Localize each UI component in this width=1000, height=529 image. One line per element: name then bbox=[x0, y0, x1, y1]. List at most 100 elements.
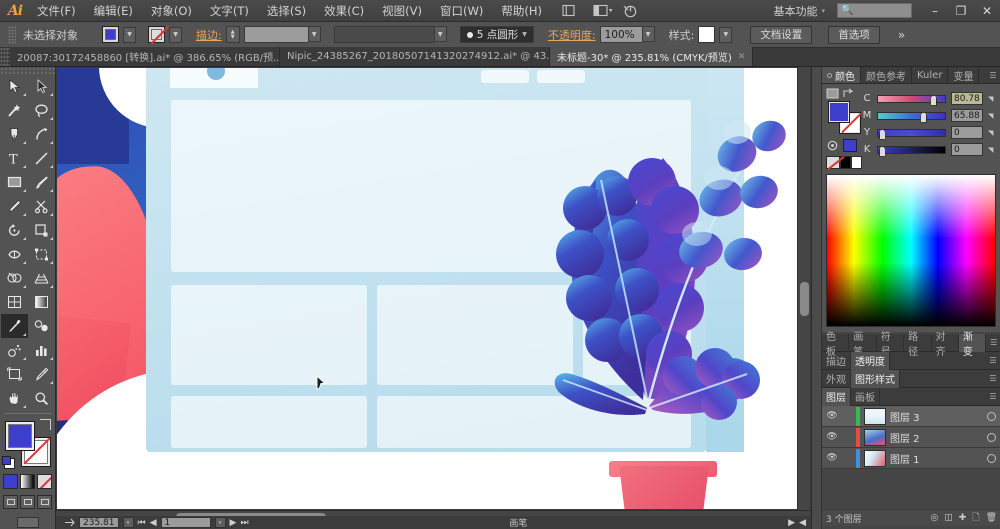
layer-row-3[interactable]: 👁 图层 3 bbox=[822, 406, 1000, 427]
free-transform-tool[interactable] bbox=[28, 242, 55, 266]
magic-wand-tool[interactable] bbox=[1, 98, 28, 122]
zoom-level-dropdown-icon[interactable]: ▾ bbox=[122, 517, 134, 528]
current-color-preview[interactable] bbox=[843, 139, 857, 152]
stroke-profile-value[interactable] bbox=[333, 26, 434, 43]
tab-kuler[interactable]: Kuler bbox=[912, 67, 949, 83]
current-tool-label[interactable]: 画笔 bbox=[253, 516, 785, 529]
next-artboard-button[interactable]: ▶ bbox=[230, 518, 237, 528]
restore-button[interactable]: ❐ bbox=[948, 0, 974, 22]
channel-c-value[interactable]: 80.78 bbox=[951, 92, 983, 105]
first-artboard-button[interactable]: ⏮ bbox=[138, 518, 146, 528]
channel-y-value[interactable]: 0 bbox=[951, 126, 983, 139]
none-mode-button[interactable] bbox=[37, 474, 52, 489]
stroke-weight-value[interactable] bbox=[243, 26, 308, 43]
channel-m-slider[interactable] bbox=[877, 111, 946, 123]
tools-panel-grip[interactable] bbox=[0, 67, 56, 74]
delete-layer-icon[interactable]: 🗑 bbox=[986, 513, 997, 523]
arrange-documents-icon[interactable] bbox=[591, 1, 615, 21]
tab-artboards[interactable]: 画板 bbox=[851, 387, 880, 406]
channel-c-slider[interactable] bbox=[877, 94, 946, 106]
tab-transparency[interactable]: 透明度 bbox=[851, 351, 890, 370]
hand-tool[interactable] bbox=[1, 386, 28, 410]
stroke-weight-label[interactable]: 描边: bbox=[196, 27, 222, 43]
mesh-tool[interactable] bbox=[1, 290, 28, 314]
scissors-tool[interactable] bbox=[28, 194, 55, 218]
channel-y-knob[interactable] bbox=[878, 128, 886, 140]
last-artboard-button[interactable]: ⏭ bbox=[240, 518, 248, 528]
tab-pathfinder[interactable]: 路径 bbox=[904, 332, 932, 358]
scale-tool[interactable] bbox=[28, 218, 55, 242]
artboard-tool[interactable] bbox=[1, 362, 28, 386]
fill-swatch[interactable] bbox=[102, 26, 119, 43]
eye-icon[interactable]: 👁 bbox=[822, 453, 842, 463]
panel-menu-icon[interactable]: ☰ bbox=[985, 67, 1000, 83]
eyedropper-tool[interactable] bbox=[0, 314, 28, 338]
vertical-scroll-thumb[interactable] bbox=[800, 282, 809, 316]
artboard[interactable] bbox=[57, 68, 799, 509]
channel-y-stepper[interactable]: ◥ bbox=[988, 129, 996, 137]
forward-icon[interactable] bbox=[64, 518, 75, 527]
channel-c-stepper[interactable]: ◥ bbox=[988, 95, 996, 103]
close-button[interactable]: ✕ bbox=[974, 0, 1000, 22]
channel-k-slider[interactable] bbox=[877, 145, 946, 157]
color-fill-swatch[interactable] bbox=[828, 101, 850, 123]
selection-tool[interactable] bbox=[1, 74, 28, 98]
stroke-dropdown-icon[interactable]: ▼ bbox=[169, 26, 182, 43]
tab-graphic-styles[interactable]: 图形样式 bbox=[851, 369, 900, 388]
opacity-label[interactable]: 不透明度: bbox=[548, 27, 596, 43]
opacity-field[interactable]: 100% ▼ bbox=[599, 26, 655, 43]
type-tool[interactable]: T bbox=[1, 146, 28, 170]
rotate-tool[interactable] bbox=[1, 218, 28, 242]
pen-tool[interactable] bbox=[1, 122, 28, 146]
direct-selection-tool[interactable] bbox=[28, 74, 55, 98]
menu-help[interactable]: 帮助(H) bbox=[492, 1, 551, 21]
color-fill-stroke-control[interactable] bbox=[828, 101, 862, 135]
status-overflow-left-icon[interactable]: ◀ bbox=[799, 518, 806, 528]
target-indicator-icon[interactable] bbox=[987, 453, 996, 463]
shape-builder-tool[interactable] bbox=[1, 266, 28, 290]
channel-k-stepper[interactable]: ◥ bbox=[988, 146, 996, 154]
change-screen-mode-button[interactable] bbox=[16, 517, 39, 528]
tab-symbols[interactable]: 符号 bbox=[877, 332, 905, 358]
pencil-tool[interactable] bbox=[1, 194, 28, 218]
channel-y-slider[interactable] bbox=[877, 128, 946, 140]
brush-definition-picker[interactable]: 5 点圆形 ▼ bbox=[459, 26, 534, 43]
channel-k-knob[interactable] bbox=[878, 145, 886, 157]
tab-layers[interactable]: 图层 bbox=[822, 387, 851, 406]
panel-menu-icon[interactable]: ☰ bbox=[985, 374, 1000, 383]
zoom-level-field[interactable]: 235.81 bbox=[79, 517, 119, 528]
layer-row-1[interactable]: 👁 图层 1 bbox=[822, 448, 1000, 469]
eye-icon[interactable]: 👁 bbox=[822, 411, 842, 421]
workspace-switcher[interactable]: 基本功能 ▾ bbox=[767, 1, 831, 21]
menu-view[interactable]: 视图(V) bbox=[373, 1, 431, 21]
panel-menu-icon[interactable]: ☰ bbox=[986, 338, 1000, 347]
tab-swatches[interactable]: 色板 bbox=[822, 332, 850, 358]
stroke-weight-field[interactable]: ▼ bbox=[243, 26, 321, 43]
control-bar-grip[interactable] bbox=[8, 25, 16, 44]
graphic-style-swatch[interactable] bbox=[698, 26, 716, 43]
tab-bar-grip[interactable] bbox=[0, 47, 10, 66]
blend-tool[interactable] bbox=[28, 314, 55, 338]
layer-name[interactable]: 图层 1 bbox=[890, 451, 987, 466]
line-segment-tool[interactable] bbox=[28, 146, 55, 170]
stroke-swatch[interactable] bbox=[148, 26, 165, 43]
fill-dropdown-icon[interactable]: ▼ bbox=[123, 26, 136, 43]
menu-edit[interactable]: 编辑(E) bbox=[85, 1, 142, 21]
rectangle-tool[interactable] bbox=[1, 170, 28, 194]
layer-name[interactable]: 图层 2 bbox=[890, 430, 987, 445]
opacity-dropdown-icon[interactable]: ▼ bbox=[641, 26, 655, 42]
symbol-sprayer-tool[interactable] bbox=[1, 338, 28, 362]
menu-effect[interactable]: 效果(C) bbox=[315, 1, 373, 21]
channel-m-value[interactable]: 65.88 bbox=[951, 109, 983, 122]
toolbar-fill-swatch[interactable] bbox=[4, 421, 35, 451]
bridge-icon[interactable] bbox=[557, 1, 581, 21]
opacity-value[interactable]: 100% bbox=[599, 26, 642, 43]
default-fill-stroke-icon[interactable] bbox=[1, 456, 15, 469]
layer-row-2[interactable]: 👁 图层 2 bbox=[822, 427, 1000, 448]
document-tab-2[interactable]: Nipic_24385267_20180507141320274912.ai* … bbox=[280, 47, 550, 66]
eye-icon[interactable]: 👁 bbox=[822, 432, 842, 442]
create-new-sublayer-icon[interactable]: ✚ bbox=[959, 513, 967, 523]
channel-c-knob[interactable] bbox=[930, 94, 938, 106]
document-tab-3[interactable]: 未标题-30* @ 235.81% (CMYK/预览) ✕ bbox=[550, 47, 754, 66]
make-clipping-mask-icon[interactable]: ◫ bbox=[944, 513, 953, 523]
